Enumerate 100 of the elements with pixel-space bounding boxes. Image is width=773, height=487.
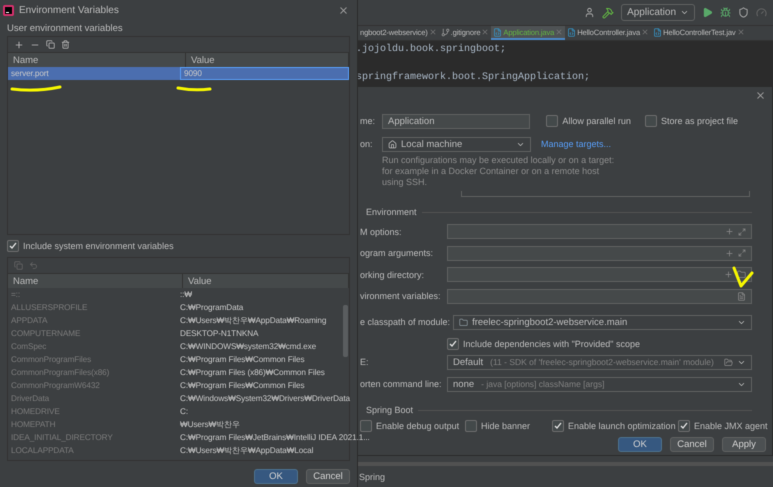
ok-button[interactable]: OK (618, 437, 662, 452)
code-line: springframework.boot.SpringApplication; (356, 72, 592, 85)
column-header[interactable]: Value (183, 274, 349, 288)
scrollbar[interactable] (343, 305, 348, 357)
checkbox[interactable] (7, 240, 19, 252)
close-icon[interactable] (736, 28, 745, 36)
input-field[interactable] (447, 224, 752, 240)
checkbox[interactable] (447, 338, 459, 350)
folder-icon (459, 318, 468, 327)
checkbox-label: Store as project file (660, 116, 738, 126)
table-cell-text: IDEA_INITIAL_DIRECTORY (10, 432, 114, 444)
status-text: Spring (359, 472, 386, 482)
field-label: on: (360, 139, 374, 150)
table-cell-text: C: (179, 406, 189, 418)
section-title: Environment (365, 207, 417, 218)
checkbox[interactable] (465, 420, 477, 432)
checkbox[interactable] (360, 420, 372, 432)
expand-icon[interactable] (738, 249, 746, 258)
dialog-button[interactable]: Cancel (670, 437, 714, 452)
table-cell-text: C:₩Users₩박찬우₩AppData₩Roaming (179, 315, 328, 327)
app-logo-icon (3, 4, 14, 16)
checkbox-label: Allow parallel run (562, 116, 631, 126)
hammer-icon[interactable] (602, 6, 614, 18)
table-cell-text: LOCALAPPDATA (10, 445, 75, 457)
table-cell-text: DESKTOP-N1TNKNA (179, 328, 260, 340)
table-cell-text: ₩Users₩박찬우 (179, 419, 241, 431)
run-icon[interactable] (702, 7, 713, 18)
table-cell-text: C:₩ProgramData (179, 302, 244, 314)
field-label: e classpath of module: (360, 317, 452, 328)
input-field[interactable] (447, 267, 752, 282)
info-text: Run configurations may be executed locally or on a target: for example in a Docker Container or on a remote host using SSH. (382, 155, 616, 188)
checkbox-label: Include system environment variables (23, 241, 174, 251)
close-icon[interactable] (481, 28, 490, 36)
column-header[interactable]: Value (186, 53, 349, 67)
run-configuration-dropdown[interactable]: Application (621, 4, 695, 21)
manage-targets-link[interactable]: Manage targets... (541, 139, 612, 150)
checkbox[interactable] (552, 420, 564, 432)
dropdown-hint: (11 - SDK of 'freelec-springboot2-webservice.main' module) (490, 357, 714, 368)
table-cell-text: HOMEPATH (10, 419, 56, 431)
field-label: ogram arguments: (360, 248, 434, 258)
table-cell[interactable]: 9090 (180, 67, 349, 80)
checkbox-label: Hide banner (481, 421, 530, 432)
plus-icon[interactable] (724, 270, 733, 280)
input-field[interactable] (447, 246, 752, 261)
checkbox[interactable] (678, 420, 690, 432)
shorten-dropdown[interactable]: none - java [options] className [args] (447, 376, 752, 392)
jre-dropdown[interactable]: Default (11 - SDK of 'freelec-springboot2-webservice.main' module) (447, 354, 752, 370)
table-cell-text: CommonProgramW6432 (10, 380, 101, 392)
checkbox-label: Enable JMX agent (694, 421, 768, 432)
checkmark-drawing (732, 265, 754, 289)
highlight-underline-drawing (10, 84, 62, 92)
delete-icon[interactable] (61, 40, 70, 49)
table-row[interactable]: server.port 9090 (8, 67, 349, 80)
table-cell-text: C:₩WINDOWS₩system32₩cmd.exe (179, 341, 318, 353)
input-field[interactable] (447, 288, 752, 304)
field-label: orten command line: (360, 379, 443, 390)
field-label: me: (360, 116, 376, 126)
table-cell-text: ComSpec (10, 341, 48, 353)
plus-icon[interactable] (725, 227, 734, 236)
house-icon (388, 140, 397, 149)
close-icon[interactable] (428, 28, 437, 36)
table-cell-text: CommonProgramFiles(x86) (10, 367, 110, 379)
checkbox[interactable] (644, 115, 657, 128)
checkbox[interactable] (546, 115, 558, 128)
table-cell-text: COMPUTERNAME (10, 328, 82, 340)
table-cell-text: C:₩Users₩박찬우₩AppData₩Local (179, 445, 314, 457)
table-cell-text: DriverData (10, 393, 50, 405)
close-icon[interactable] (555, 28, 564, 36)
close-icon[interactable] (338, 4, 349, 16)
bug-icon[interactable] (720, 7, 731, 18)
shield-icon[interactable] (738, 7, 749, 18)
expand-icon[interactable] (738, 228, 746, 236)
close-icon[interactable] (755, 90, 766, 101)
user-icon[interactable] (584, 7, 596, 18)
target-dropdown[interactable]: Local machine (382, 136, 531, 152)
dialog-button[interactable]: Apply (722, 437, 766, 452)
ok-button[interactable]: OK (254, 469, 298, 484)
dialog-button[interactable]: Cancel (306, 469, 350, 484)
folder-icon[interactable] (737, 270, 746, 280)
field-label: vironment variables: (360, 291, 442, 302)
table-cell-text: server.port (10, 68, 50, 80)
dropdown-value: Default (453, 356, 484, 368)
table-cell-text: CommonProgramFiles (10, 354, 92, 366)
module-dropdown[interactable]: freelec-springboot2-webservice.main (453, 314, 752, 330)
add-icon[interactable] (14, 40, 24, 50)
copy-icon[interactable] (46, 40, 55, 49)
table-cell-text: =:: (10, 289, 22, 301)
table-cell-text: C:₩Program Files₩Common Files (179, 380, 306, 392)
close-icon[interactable] (641, 28, 650, 36)
table-cell-text: C:₩Program Files (x86)₩Common Files (179, 367, 326, 379)
undo-icon[interactable] (29, 261, 38, 270)
gauge-icon[interactable] (756, 7, 767, 18)
table-cell-text: C:₩Windows₩System32₩Drivers₩DriverData (179, 393, 350, 405)
plus-icon[interactable] (725, 248, 734, 258)
name-field[interactable]: Application (382, 114, 530, 129)
caret-icon (680, 8, 689, 17)
document-icon[interactable] (737, 292, 746, 301)
dropdown-value: none (453, 378, 474, 390)
column-header[interactable]: Name (8, 274, 183, 288)
field-label: E: (360, 357, 370, 368)
